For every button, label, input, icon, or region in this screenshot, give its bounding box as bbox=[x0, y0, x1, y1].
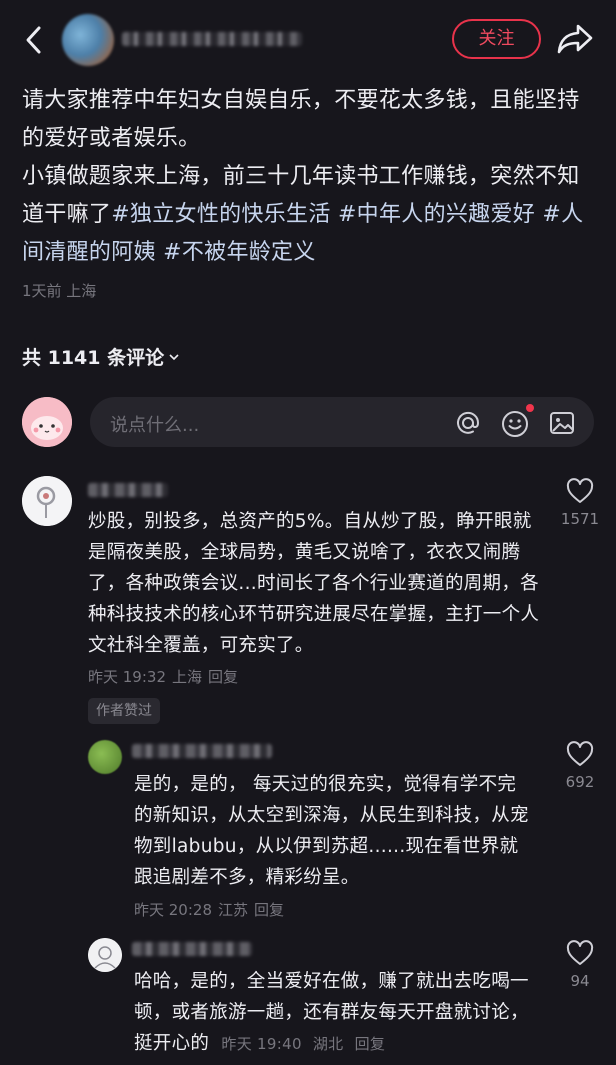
comment-meta: 昨天 20:28 江苏 回复 bbox=[134, 899, 290, 920]
author-avatar[interactable] bbox=[62, 14, 114, 66]
comment-text: 是的，是的， 每天过的很充实，觉得有学不完的新知识，从太空到深海，从民生到科技，… bbox=[134, 774, 529, 888]
commenter-avatar[interactable] bbox=[88, 740, 122, 774]
my-avatar bbox=[22, 397, 72, 447]
comment-input-placeholder[interactable]: 说点什么... bbox=[110, 411, 199, 437]
comment-time: 昨天 19:32 bbox=[88, 668, 166, 686]
notification-dot bbox=[526, 404, 534, 412]
reply-link[interactable]: 回复 bbox=[355, 1035, 386, 1053]
author-name-blurred[interactable] bbox=[122, 32, 302, 46]
comment-location: 湖北 bbox=[312, 1035, 344, 1053]
author-liked-badge: 作者赞过 bbox=[88, 698, 160, 724]
comment-meta: 昨天 19:32 上海 回复 bbox=[88, 666, 244, 687]
post-text-line1: 请大家推荐中年妇女自娱自乐，不要花太多钱，且能坚持的爱好或者娱乐。 bbox=[22, 88, 580, 151]
reply-link[interactable]: 回复 bbox=[254, 901, 284, 919]
post-meta: 1天前 上海 bbox=[22, 282, 97, 300]
post-body: 请大家推荐中年妇女自娱自乐，不要花太多钱，且能坚持的爱好或者娱乐。 小镇做题家来… bbox=[22, 82, 596, 272]
image-icon[interactable] bbox=[548, 409, 576, 437]
chevron-down-icon bbox=[169, 353, 179, 360]
share-arrow-icon[interactable] bbox=[556, 22, 594, 56]
comments-count-label: 共 1141 条评论 bbox=[22, 347, 165, 369]
lollipop-avatar-icon bbox=[22, 476, 72, 526]
commenter-avatar[interactable] bbox=[88, 938, 122, 972]
like-count: 94 bbox=[570, 972, 590, 990]
comment-location: 上海 bbox=[172, 668, 203, 686]
heart-icon[interactable] bbox=[566, 741, 594, 767]
comment-text: 炒股，别投多，总资产的5%。自从炒了股，睁开眼就是隔夜美股，全球局势，黄毛又说啥… bbox=[88, 511, 540, 656]
sketch-avatar-icon bbox=[88, 938, 122, 972]
comment-text: 哈哈，是的，全当爱好在做，赚了就出去吃喝一顿，或者旅游一趟，还有群友每天开盘就讨… bbox=[134, 966, 534, 1060]
comment-time: 昨天 20:28 bbox=[134, 901, 212, 919]
emoji-icon[interactable] bbox=[500, 409, 530, 439]
comment-meta: 昨天 19:40 湖北 回复 bbox=[221, 1035, 391, 1053]
hashtag[interactable]: #独立女性的快乐生活 bbox=[111, 202, 330, 227]
comments-count-toggle[interactable]: 共 1141 条评论 bbox=[22, 343, 180, 370]
follow-button[interactable]: 关注 bbox=[452, 19, 541, 59]
reply-link[interactable]: 回复 bbox=[208, 668, 238, 686]
comment-location: 江苏 bbox=[218, 901, 249, 919]
commenter-name-blurred[interactable] bbox=[88, 483, 168, 497]
like-button[interactable]: 1571 bbox=[550, 478, 610, 528]
commenter-name-blurred[interactable] bbox=[132, 744, 272, 758]
like-button[interactable]: 692 bbox=[550, 741, 610, 791]
like-count: 1571 bbox=[560, 510, 600, 528]
heart-icon[interactable] bbox=[566, 478, 594, 504]
at-mention-icon[interactable] bbox=[454, 409, 482, 437]
comment-time: 昨天 19:40 bbox=[221, 1035, 302, 1053]
commenter-avatar[interactable] bbox=[22, 476, 72, 526]
cartoon-avatar-icon bbox=[22, 397, 72, 447]
post-text-line2: 小镇做题家来上海，前三十几年读书工作赚钱，突然不知道干嘛了#独立女性的快乐生活 … bbox=[22, 164, 584, 265]
heart-icon[interactable] bbox=[566, 940, 594, 966]
hashtag[interactable]: #不被年龄定义 bbox=[163, 240, 316, 265]
like-count: 692 bbox=[565, 773, 595, 791]
back-chevron-icon[interactable] bbox=[20, 22, 48, 58]
like-button[interactable]: 94 bbox=[550, 940, 610, 990]
hashtag[interactable]: #中年人的兴趣爱好 bbox=[338, 202, 535, 227]
commenter-name-blurred[interactable] bbox=[132, 942, 252, 956]
